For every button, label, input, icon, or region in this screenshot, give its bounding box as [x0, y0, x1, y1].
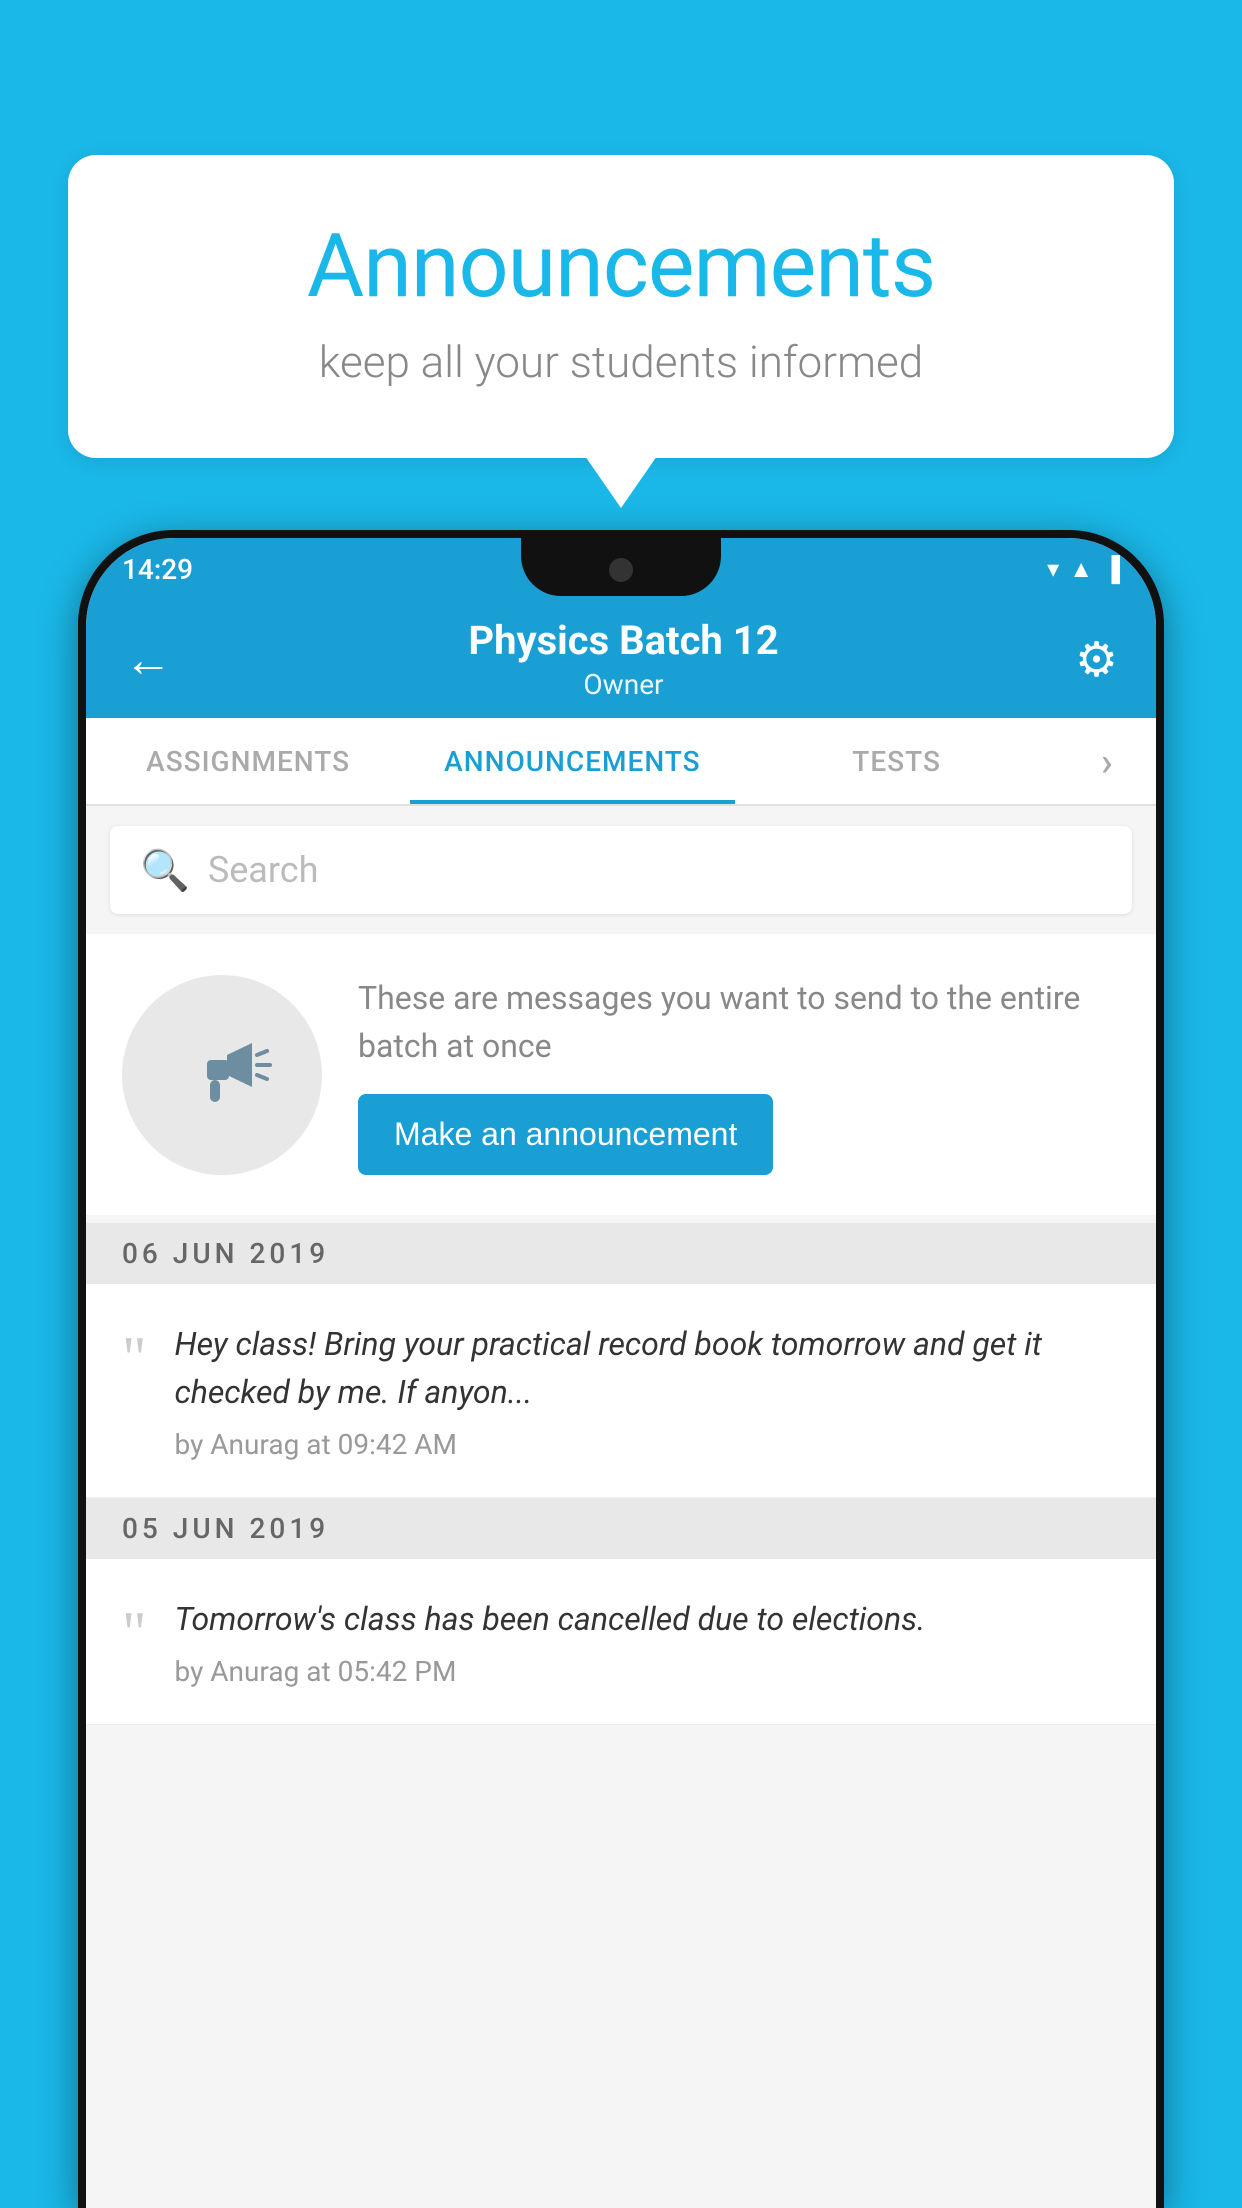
speech-bubble-tail	[585, 456, 657, 508]
batch-subtitle: Owner	[468, 668, 778, 701]
speech-bubble-container: Announcements keep all your students inf…	[68, 155, 1174, 508]
bubble-subtitle: keep all your students informed	[148, 336, 1094, 388]
content-area: 🔍 Search	[86, 806, 1156, 2208]
search-placeholder: Search	[208, 849, 319, 891]
announcement-prompt: These are messages you want to send to t…	[86, 934, 1156, 1215]
search-icon: 🔍	[140, 847, 190, 894]
quote-icon-1: "	[122, 1328, 147, 1388]
status-icons: ▾ ▲ ▐	[1047, 555, 1120, 584]
app-header: ← Physics Batch 12 Owner ⚙	[86, 600, 1156, 718]
notch	[521, 538, 721, 596]
quote-icon-2: "	[122, 1603, 147, 1663]
settings-icon[interactable]: ⚙	[1075, 631, 1118, 688]
search-bar[interactable]: 🔍 Search	[110, 826, 1132, 914]
tab-bar: ASSIGNMENTS ANNOUNCEMENTS TESTS ›	[86, 718, 1156, 806]
wifi-icon: ▾	[1047, 555, 1059, 583]
date-separator-1: 06 JUN 2019	[86, 1223, 1156, 1284]
header-center: Physics Batch 12 Owner	[468, 617, 778, 701]
signal-icon: ▲	[1069, 555, 1093, 584]
phone-screen: 14:29 ▾ ▲ ▐ ← Physics Batch 12 Owner ⚙ A…	[86, 538, 1156, 2208]
announcement-meta-2: by Anurag at 05:42 PM	[175, 1655, 1121, 1688]
megaphone-icon	[172, 1025, 272, 1125]
make-announcement-button[interactable]: Make an announcement	[358, 1094, 773, 1175]
megaphone-circle	[122, 975, 322, 1175]
date-separator-2: 05 JUN 2019	[86, 1498, 1156, 1559]
bubble-title: Announcements	[148, 215, 1094, 318]
batch-title: Physics Batch 12	[468, 617, 778, 664]
phone-mockup: 14:29 ▾ ▲ ▐ ← Physics Batch 12 Owner ⚙ A…	[78, 530, 1164, 2208]
announcement-item-2[interactable]: " Tomorrow's class has been cancelled du…	[86, 1559, 1156, 1725]
announcement-content-1: Hey class! Bring your practical record b…	[175, 1320, 1121, 1461]
announcement-item-1[interactable]: " Hey class! Bring your practical record…	[86, 1284, 1156, 1498]
camera-notch	[609, 558, 633, 582]
prompt-text: These are messages you want to send to t…	[358, 974, 1120, 1070]
tab-more[interactable]: ›	[1059, 718, 1156, 804]
status-time: 14:29	[122, 553, 193, 586]
announcement-meta-1: by Anurag at 09:42 AM	[175, 1428, 1121, 1461]
tab-assignments[interactable]: ASSIGNMENTS	[86, 718, 410, 804]
battery-icon: ▐	[1103, 555, 1120, 584]
tab-announcements[interactable]: ANNOUNCEMENTS	[410, 718, 734, 804]
announcement-content-2: Tomorrow's class has been cancelled due …	[175, 1595, 1121, 1688]
announcement-text-1: Hey class! Bring your practical record b…	[175, 1320, 1121, 1416]
announcement-text-2: Tomorrow's class has been cancelled due …	[175, 1595, 1121, 1643]
back-button[interactable]: ←	[124, 631, 172, 688]
prompt-right: These are messages you want to send to t…	[358, 974, 1120, 1175]
speech-bubble: Announcements keep all your students inf…	[68, 155, 1174, 458]
tab-tests[interactable]: TESTS	[735, 718, 1059, 804]
